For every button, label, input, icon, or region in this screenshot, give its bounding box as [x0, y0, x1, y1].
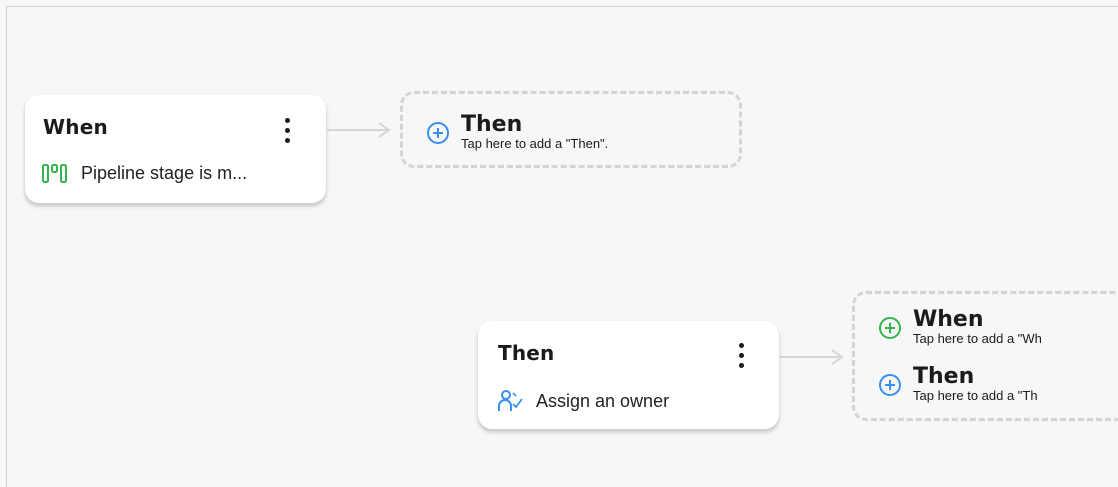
action-card-label: Assign an owner	[536, 390, 670, 411]
trigger-card[interactable]: When Pipeline stage is m...	[25, 95, 326, 203]
add-then-hint: Tap here to add a "Then".	[461, 136, 609, 151]
trigger-card-label: Pipeline stage is m...	[81, 163, 248, 183]
connector-arrow	[327, 122, 391, 138]
add-then-placeholder[interactable]: Then Tap here to add a "Then".	[400, 91, 742, 168]
add-then-hint-2: Tap here to add a "Th	[913, 388, 1038, 403]
connector-arrow	[780, 349, 844, 365]
add-step-placeholder[interactable]: When Tap here to add a "Wh Then Tap here…	[852, 291, 1118, 421]
assign-owner-icon	[498, 389, 524, 413]
add-then-button-2[interactable]: Then Tap here to add a "Th	[879, 366, 1038, 402]
add-then-button[interactable]: Then Tap here to add a "Then".	[427, 114, 608, 150]
action-card-title: Then	[498, 341, 555, 365]
add-then-title-2: Then	[913, 364, 975, 389]
workflow-canvas[interactable]: When Pipeline stage is m... Then Tap her…	[6, 6, 1118, 487]
add-then-plus-icon	[427, 122, 449, 144]
action-card-row: Assign an owner	[498, 389, 669, 413]
action-card[interactable]: Then Assign an owner	[478, 321, 779, 429]
trigger-card-row: Pipeline stage is m...	[42, 163, 247, 184]
add-then-plus-icon-2	[879, 374, 901, 396]
trigger-card-title: When	[43, 115, 108, 139]
pipeline-icon	[42, 163, 68, 184]
trigger-card-more-icon[interactable]	[280, 118, 296, 148]
add-when-button[interactable]: When Tap here to add a "Wh	[879, 309, 1042, 345]
add-then-title: Then	[461, 112, 523, 137]
add-when-title: When	[913, 307, 984, 332]
add-when-hint: Tap here to add a "Wh	[913, 331, 1042, 346]
action-card-more-icon[interactable]	[734, 343, 750, 373]
add-when-plus-icon	[879, 317, 901, 339]
